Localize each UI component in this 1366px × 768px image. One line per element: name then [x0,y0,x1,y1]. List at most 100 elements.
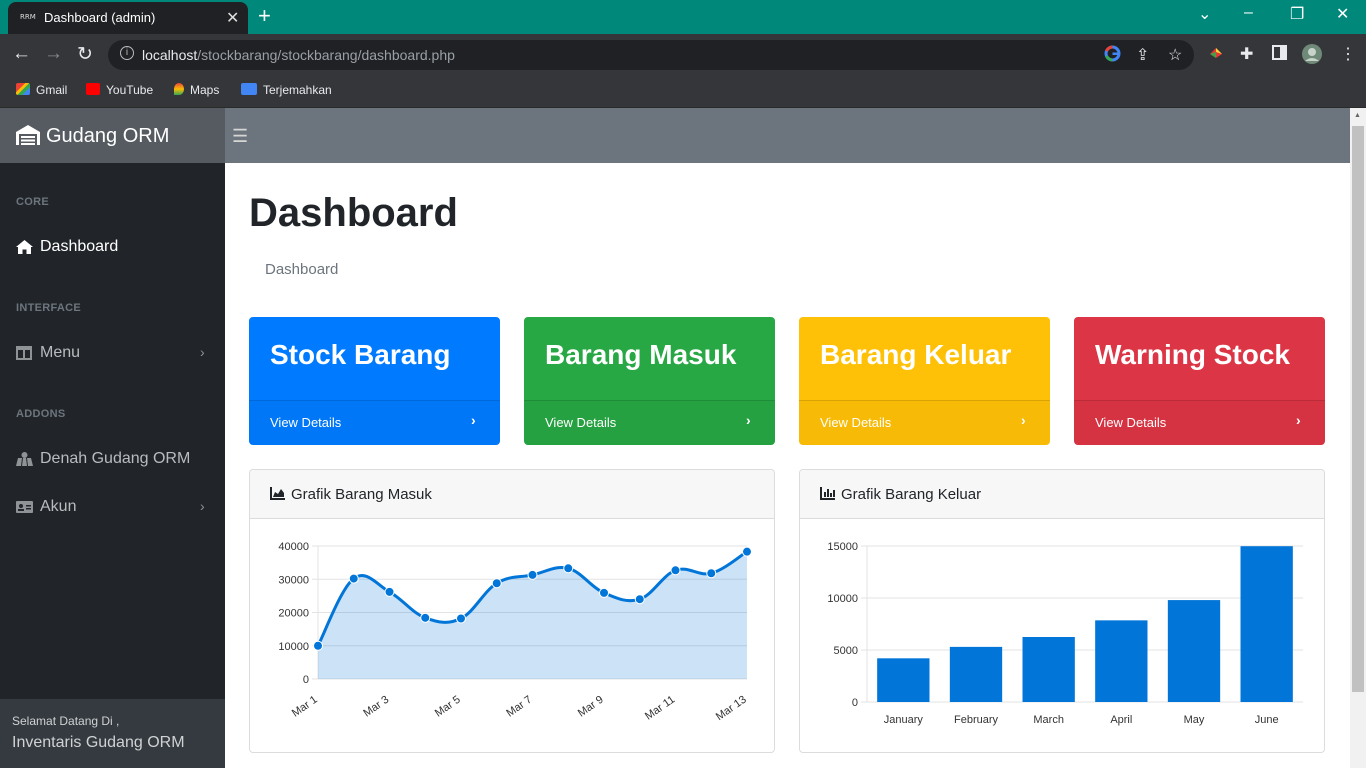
chevron-right-icon: › [746,412,751,428]
bookmark-youtube[interactable]: YouTube [86,83,153,97]
data-point [742,546,752,557]
x-tick-label: Mar 9 [576,694,606,720]
bookmarks-bar: Gmail YouTube Maps Terjemahkan [0,76,1366,108]
forward-icon[interactable]: → [44,43,63,65]
tab-title: Dashboard (admin) [44,10,156,25]
share-icon[interactable]: ⇪ [1136,45,1149,65]
panel-title: Grafik Barang Keluar [841,486,982,503]
side-panel-icon[interactable] [1272,45,1287,65]
sidebar-item-akun[interactable]: Akun › [16,496,216,524]
bookmark-maps[interactable]: Maps [174,83,219,97]
bar [1240,546,1293,702]
sidebar-item-label: Akun [40,498,77,515]
sidebar-toggle-icon[interactable]: ☰ [232,126,248,147]
gmail-icon [16,83,30,95]
profile-avatar[interactable] [1301,43,1323,70]
browser-menu-icon[interactable]: ⋮ [1340,44,1356,64]
view-details-link[interactable]: View Details [1095,415,1166,430]
brand-name: Gudang ORM [46,125,170,147]
tab-favicon: RRM [20,13,36,21]
sidebar-item-label: Menu [40,344,81,361]
panel-header: Grafik Barang Keluar [800,470,1324,519]
chevron-right-icon: › [200,344,205,360]
browser-tab[interactable]: RRM Dashboard (admin) ✕ [8,2,248,34]
new-tab-icon[interactable]: + [258,3,271,29]
columns-icon [16,346,32,360]
x-tick-label: June [1255,714,1279,726]
y-tick-label: 5000 [834,645,858,657]
bar-chart-icon [820,487,835,500]
y-tick-label: 0 [303,674,309,686]
bookmark-star-icon[interactable]: ☆ [1168,45,1182,65]
card-title: Barang Masuk [545,339,737,370]
card-title: Stock Barang [270,339,451,370]
scroll-up-icon[interactable]: ▲ [1354,112,1361,119]
brand[interactable]: Gudang ORM [0,108,225,163]
view-details-link[interactable]: View Details [545,415,616,430]
page-title: Dashboard [249,191,458,235]
scrollbar-thumb[interactable] [1352,126,1364,692]
site-info-icon[interactable]: i [120,46,134,60]
x-tick-label: Mar 5 [433,694,463,720]
sidebar-item-label: Denah Gudang ORM [40,450,191,467]
sidebar-heading-addons: ADDONS [16,408,66,420]
card-footer[interactable]: View Details › [249,400,500,445]
view-details-link[interactable]: View Details [820,415,891,430]
address-bar[interactable]: i localhost/stockbarang/stockbarang/dash… [108,40,1194,70]
panel-header: Grafik Barang Masuk [250,470,774,519]
bookmark-gmail[interactable]: Gmail [16,83,67,97]
extensions-puzzle-icon[interactable]: ✚ [1240,44,1253,64]
bar-chart-barang-keluar: 0 5000 10000 15000 January February March April… [827,541,1303,726]
sidebar-item-denah-gudang[interactable]: Denah Gudang ORM [16,448,216,476]
browser-tab-bar: RRM Dashboard (admin) ✕ + ⌄ – ❐ ✕ [0,0,1366,34]
back-icon[interactable]: ← [12,43,31,65]
sidebar: CORE Dashboard INTERFACE Menu › ADDONS D… [0,163,225,768]
x-tick-label: March [1033,714,1064,726]
reload-icon[interactable]: ↻ [77,43,93,66]
warehouse-icon [16,125,40,145]
map-icon [16,452,33,466]
tab-close-icon[interactable]: ✕ [226,8,239,28]
bar [949,646,1003,702]
panel-title: Grafik Barang Masuk [291,486,432,503]
maps-icon [174,83,184,95]
card-warning-stock: Warning Stock View Details › [1074,317,1325,445]
data-point [527,569,538,580]
top-navbar: Gudang ORM ☰ [0,108,1350,163]
sidebar-item-menu[interactable]: Menu › [16,342,216,370]
sidebar-heading-interface: INTERFACE [16,302,82,314]
chevron-right-icon: › [471,412,476,428]
x-tick-label: January [884,714,924,726]
tab-search-icon[interactable]: ⌄ [1198,4,1211,24]
data-point [599,587,609,598]
sidebar-footer: Selamat Datang Di , Inventaris Gudang OR… [0,699,225,768]
card-footer[interactable]: View Details › [1074,400,1325,445]
x-tick-label: February [954,714,999,726]
data-point [634,594,645,605]
maximize-icon[interactable]: ❐ [1290,4,1304,24]
x-tick-label: Mar 11 [643,694,677,723]
page-scrollbar[interactable]: ▲ [1350,108,1366,768]
data-point [348,573,359,584]
data-point [384,586,395,597]
card-footer[interactable]: View Details › [799,400,1050,445]
data-point [313,640,323,651]
home-icon [16,240,33,254]
card-barang-keluar: Barang Keluar View Details › [799,317,1050,445]
panel-grafik-barang-keluar: Grafik Barang Keluar 0 5000 10000 15000 Janu… [799,469,1325,753]
card-footer[interactable]: View Details › [524,400,775,445]
extension-colorful-icon[interactable] [1208,45,1224,66]
data-point [670,565,681,576]
google-icon[interactable] [1104,45,1121,67]
sidebar-item-dashboard[interactable]: Dashboard [16,236,216,264]
minimize-icon[interactable]: – [1244,4,1253,22]
bookmark-translate[interactable]: Terjemahkan [241,83,332,97]
window-close-icon[interactable]: ✕ [1336,4,1349,24]
sidebar-item-label: Dashboard [40,238,119,255]
y-tick-label: 20000 [278,608,309,620]
y-tick-label: 0 [852,697,858,709]
breadcrumb: Dashboard [265,261,339,278]
youtube-icon [86,83,100,95]
view-details-link[interactable]: View Details [270,415,341,430]
area-chart-icon [270,487,285,500]
